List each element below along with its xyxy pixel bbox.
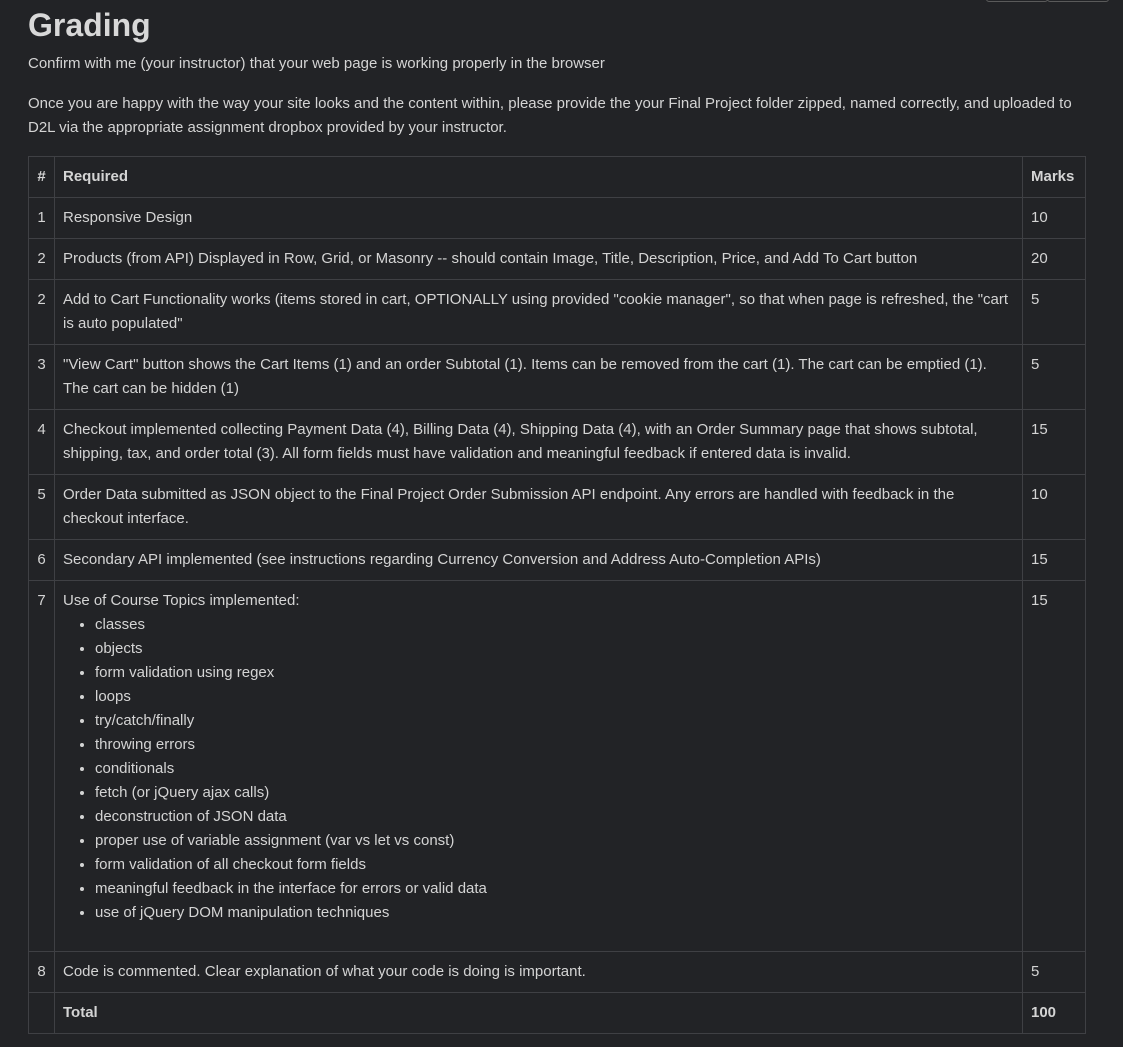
- row-required: Secondary API implemented (see instructi…: [54, 539, 1023, 581]
- header-marks: Marks: [1022, 156, 1086, 198]
- table-row: 2 Products (from API) Displayed in Row, …: [28, 238, 1086, 280]
- table-row: 7 Use of Course Topics implemented: clas…: [28, 580, 1086, 952]
- row-required: Add to Cart Functionality works (items s…: [54, 279, 1023, 345]
- list-item: deconstruction of JSON data: [95, 805, 1014, 829]
- header-required: Required: [54, 156, 1023, 198]
- row-number: 7: [28, 580, 55, 952]
- row-number: 6: [28, 539, 55, 581]
- row-marks: 10: [1022, 197, 1086, 239]
- list-item: proper use of variable assignment (var v…: [95, 829, 1014, 853]
- row-required: Checkout implemented collecting Payment …: [54, 409, 1023, 475]
- total-number: [28, 992, 55, 1034]
- row-marks: 5: [1022, 344, 1086, 410]
- total-marks: 100: [1022, 992, 1086, 1034]
- list-item: form validation using regex: [95, 661, 1014, 685]
- row-marks: 10: [1022, 474, 1086, 540]
- row-required: Code is commented. Clear explanation of …: [54, 951, 1023, 993]
- row-marks: 5: [1022, 951, 1086, 993]
- list-item: objects: [95, 637, 1014, 661]
- toolbar-button-right[interactable]: [1047, 0, 1109, 2]
- row-number: 2: [28, 238, 55, 280]
- table-row: 6 Secondary API implemented (see instruc…: [28, 539, 1086, 581]
- table-row: 4 Checkout implemented collecting Paymen…: [28, 409, 1086, 475]
- row-marks: 15: [1022, 539, 1086, 581]
- table-row: 8 Code is commented. Clear explanation o…: [28, 951, 1086, 993]
- row-marks: 20: [1022, 238, 1086, 280]
- row-marks: 15: [1022, 409, 1086, 475]
- topics-intro: Use of Course Topics implemented:: [63, 592, 300, 609]
- list-item: loops: [95, 685, 1014, 709]
- row-required: "View Cart" button shows the Cart Items …: [54, 344, 1023, 410]
- list-item: fetch (or jQuery ajax calls): [95, 781, 1014, 805]
- total-label: Total: [54, 992, 1023, 1034]
- list-item: try/catch/finally: [95, 709, 1014, 733]
- row-required: Responsive Design: [54, 197, 1023, 239]
- total-row: Total 100: [28, 992, 1086, 1034]
- page-title: Grading: [28, 7, 151, 43]
- list-item: use of jQuery DOM manipulation technique…: [95, 901, 1014, 925]
- list-item: conditionals: [95, 757, 1014, 781]
- row-required-topics: Use of Course Topics implemented: classe…: [54, 580, 1023, 952]
- row-required: Order Data submitted as JSON object to t…: [54, 474, 1023, 540]
- row-marks: 5: [1022, 279, 1086, 345]
- table-header-row: # Required Marks: [28, 156, 1086, 198]
- table-row: 1 Responsive Design 10: [28, 197, 1086, 239]
- toolbar-button-left[interactable]: [986, 0, 1048, 2]
- row-number: 2: [28, 279, 55, 345]
- course-topics-list: classes objects form validation using re…: [63, 613, 1014, 925]
- row-number: 4: [28, 409, 55, 475]
- row-number: 5: [28, 474, 55, 540]
- row-marks: 15: [1022, 580, 1086, 952]
- table-row: 5 Order Data submitted as JSON object to…: [28, 474, 1086, 540]
- instructions-text: Once you are happy with the way your sit…: [28, 95, 1072, 136]
- grading-table: # Required Marks 1 Responsive Design 10 …: [28, 156, 1086, 1034]
- row-required: Products (from API) Displayed in Row, Gr…: [54, 238, 1023, 280]
- list-item: meaningful feedback in the interface for…: [95, 877, 1014, 901]
- list-item: form validation of all checkout form fie…: [95, 853, 1014, 877]
- table-row: 2 Add to Cart Functionality works (items…: [28, 279, 1086, 345]
- row-number: 1: [28, 197, 55, 239]
- list-item: classes: [95, 613, 1014, 637]
- row-number: 3: [28, 344, 55, 410]
- grading-section: Grading Confirm with me (your instructor…: [28, 4, 1086, 1034]
- list-item: throwing errors: [95, 733, 1014, 757]
- header-number: #: [28, 156, 55, 198]
- intro-text: Confirm with me (your instructor) that y…: [28, 55, 605, 72]
- table-row: 3 "View Cart" button shows the Cart Item…: [28, 344, 1086, 410]
- row-number: 8: [28, 951, 55, 993]
